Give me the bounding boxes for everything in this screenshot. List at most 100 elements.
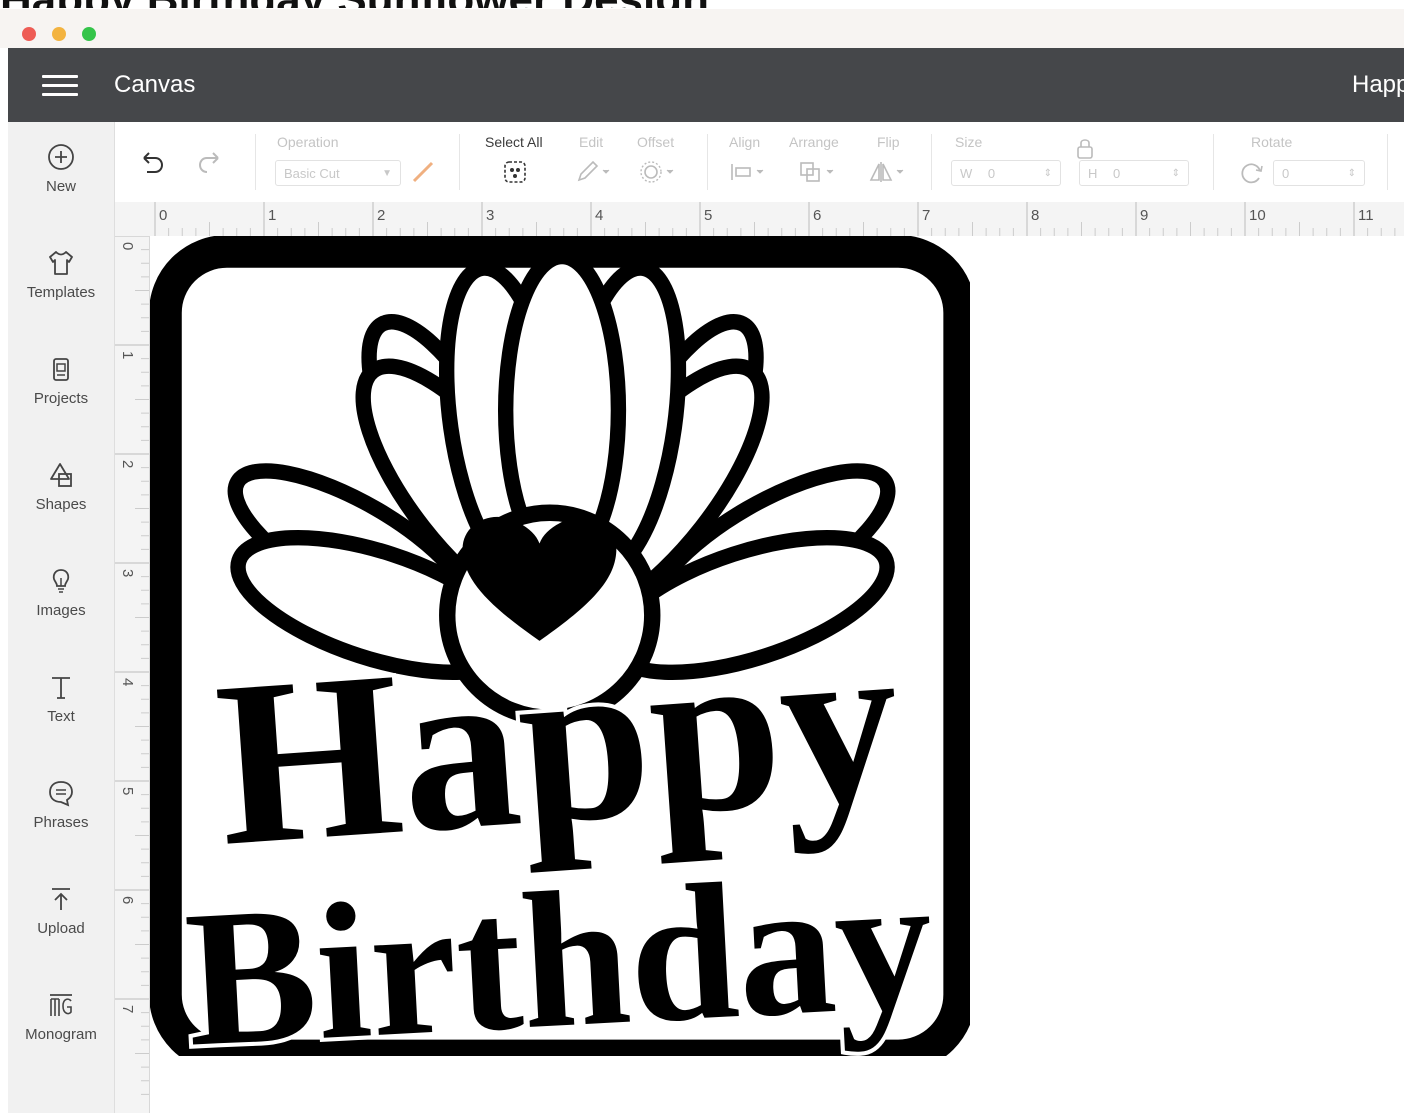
vertical-ruler: 0 1 2 3 4 5 6 7 xyxy=(115,235,150,1113)
ruler-tick-label: 9 xyxy=(1140,207,1148,224)
sidebar-item-label: Upload xyxy=(37,920,85,937)
redo-icon[interactable] xyxy=(195,148,225,178)
close-window-button[interactable] xyxy=(22,27,36,41)
stepper-icon[interactable]: ⇕ xyxy=(1348,161,1356,187)
edit-label: Edit xyxy=(579,134,604,150)
offset-label: Offset xyxy=(637,134,675,150)
sidebar-item-label: Projects xyxy=(33,390,89,407)
ruler-tick-label: 4 xyxy=(119,678,136,686)
ruler-tick-label: 0 xyxy=(159,207,167,224)
sidebar-item-upload[interactable]: Upload xyxy=(8,884,114,937)
rotate-value: 0 xyxy=(1282,166,1290,181)
toolbar-divider xyxy=(931,134,932,190)
sidebar-item-monogram[interactable]: Monogram xyxy=(8,990,114,1043)
sidebar-item-text[interactable]: Text xyxy=(8,672,114,725)
width-prefix: W xyxy=(960,166,973,181)
width-field[interactable]: W 0 ⇕ xyxy=(951,160,1061,186)
undo-icon[interactable] xyxy=(137,148,167,178)
sidebar-item-label: Images xyxy=(36,602,86,619)
sidebar-item-label: Templates xyxy=(26,284,96,301)
lock-icon[interactable] xyxy=(1073,136,1097,162)
stepper-icon[interactable]: ⇕ xyxy=(1044,161,1052,187)
operation-label: Operation xyxy=(277,134,339,150)
ruler-tick-label: 6 xyxy=(813,207,821,224)
toolbar-divider xyxy=(255,134,256,190)
align-label: Align xyxy=(729,134,761,150)
toolbar-divider xyxy=(1387,134,1388,190)
sidebar-item-new[interactable]: New xyxy=(8,142,114,195)
size-label: Size xyxy=(955,134,983,150)
sidebar-item-label: New xyxy=(45,178,76,195)
ruler-tick-label: 4 xyxy=(595,207,603,224)
size-group: Size W 0 ⇕ H 0 ⇕ xyxy=(951,122,1201,202)
sidebar-item-phrases[interactable]: Phrases xyxy=(8,778,114,831)
ruler-tick-label: 0 xyxy=(119,242,136,250)
ruler-tick-label: 3 xyxy=(486,207,494,224)
pen-color-icon[interactable] xyxy=(409,158,437,186)
speech-bubble-icon xyxy=(49,781,73,807)
minimize-window-button[interactable] xyxy=(52,27,66,41)
rotate-group: Rotate 0 ⇕ xyxy=(1233,122,1383,202)
window-titlebar xyxy=(0,9,1404,48)
sidebar-item-label: Text xyxy=(47,708,75,725)
toolbar-divider xyxy=(707,134,708,190)
flip-group[interactable]: Flip xyxy=(867,122,917,202)
ruler-tick-label: 7 xyxy=(922,207,930,224)
rotate-field[interactable]: 0 ⇕ xyxy=(1273,160,1365,186)
page-heading-fragment: Happy Birthday Sunflower Design xyxy=(0,0,1404,8)
app-title: Canvas xyxy=(114,71,196,98)
offset-icon xyxy=(640,161,674,183)
sidebar-item-images[interactable]: Images xyxy=(8,566,114,619)
sidebar-item-templates[interactable]: Templates xyxy=(8,248,114,301)
app-header: Canvas Happy Birthday xyxy=(8,48,1404,122)
ruler-tick-label: 11 xyxy=(1358,207,1374,224)
pencil-icon xyxy=(577,160,610,182)
offset-group[interactable]: Offset xyxy=(635,122,695,202)
menu-icon[interactable] xyxy=(42,75,78,97)
stepper-icon[interactable]: ⇕ xyxy=(1172,161,1180,187)
ruler-tick-label: 6 xyxy=(119,896,136,904)
shirt-icon xyxy=(49,251,73,275)
flip-label: Flip xyxy=(877,134,900,150)
ruler-tick-label: 7 xyxy=(119,1005,136,1013)
edit-toolbar: Operation Basic Cut ▼ Select All Edit Of… xyxy=(115,122,1404,203)
edit-group[interactable]: Edit xyxy=(573,122,623,202)
ruler-tick-label: 1 xyxy=(268,207,276,224)
align-group[interactable]: Align xyxy=(727,122,777,202)
lightbulb-icon xyxy=(52,569,70,593)
upload-icon xyxy=(52,888,70,910)
arrange-group[interactable]: Arrange xyxy=(789,122,851,202)
align-icon xyxy=(731,164,764,180)
design-text-birthday: Birthday xyxy=(181,833,938,1056)
shapes-icon xyxy=(50,463,72,487)
ruler-tick-label: 10 xyxy=(1249,207,1266,224)
text-icon xyxy=(52,677,70,699)
ruler-tick-label: 3 xyxy=(119,569,136,577)
flip-icon xyxy=(869,162,904,182)
chevron-down-icon: ▼ xyxy=(382,168,392,179)
toolbar-divider xyxy=(459,134,460,190)
operation-value: Basic Cut xyxy=(284,166,340,181)
zoom-window-button[interactable] xyxy=(82,27,96,41)
sidebar-item-projects[interactable]: Projects xyxy=(8,354,114,407)
select-all-group[interactable]: Select All xyxy=(483,122,553,202)
ruler-tick-label: 5 xyxy=(119,787,136,795)
ruler-tick-label: 1 xyxy=(119,351,136,359)
design-canvas[interactable]: Happy Birthday xyxy=(150,236,1404,1113)
arrange-label: Arrange xyxy=(789,134,839,150)
ruler-tick-label: 5 xyxy=(704,207,712,224)
project-title[interactable]: Happy Birthday xyxy=(1352,71,1404,99)
rotate-label: Rotate xyxy=(1251,134,1293,150)
height-field[interactable]: H 0 ⇕ xyxy=(1079,160,1189,186)
arrange-icon xyxy=(800,162,834,182)
width-value: 0 xyxy=(987,166,996,181)
sidebar-item-label: Monogram xyxy=(25,1026,97,1043)
design-text: Happy Birthday xyxy=(177,583,942,1056)
sidebar-item-label: Phrases xyxy=(33,814,89,831)
happy-birthday-design[interactable]: Happy Birthday xyxy=(150,236,970,1056)
ruler-tick-label: 2 xyxy=(377,207,385,224)
height-prefix: H xyxy=(1088,166,1098,181)
toolbar-divider xyxy=(1213,134,1214,190)
operation-select[interactable]: Basic Cut ▼ xyxy=(275,160,401,186)
sidebar-item-shapes[interactable]: Shapes xyxy=(8,460,114,513)
